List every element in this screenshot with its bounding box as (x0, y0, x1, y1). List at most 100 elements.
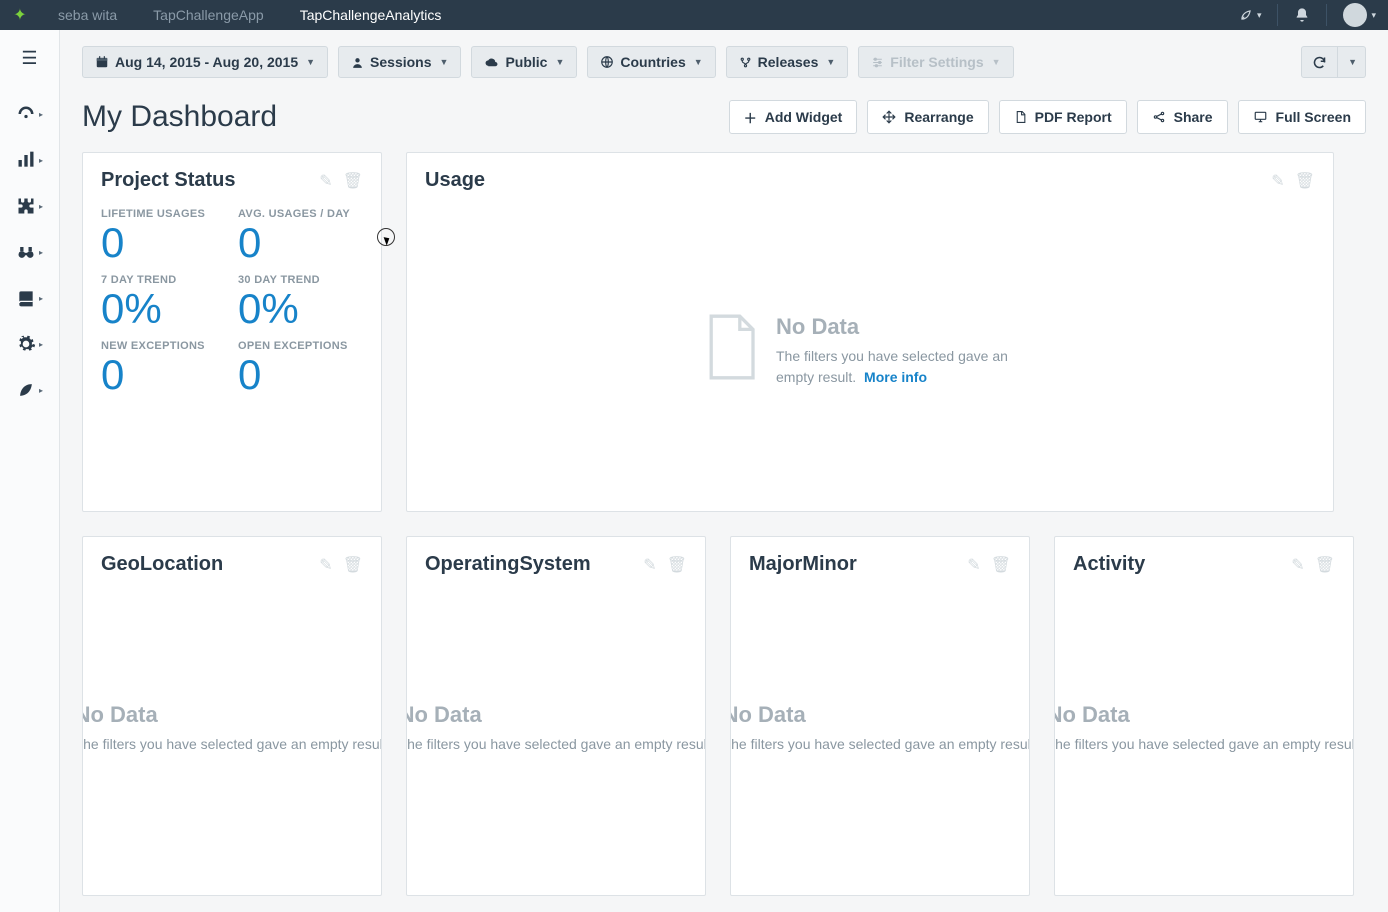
no-data: No Data The filters you have selected gav… (407, 702, 705, 768)
share-label: Share (1174, 109, 1213, 125)
edit-icon[interactable]: ✎ (1271, 171, 1284, 191)
metric-lifetime-usages: LIFETIME USAGES0 (101, 208, 226, 264)
nav-notifications[interactable] (1282, 0, 1322, 30)
trash-icon[interactable]: 🗑 (343, 171, 363, 191)
trash-icon[interactable]: 🗑 (1295, 171, 1315, 191)
refresh-button[interactable] (1301, 46, 1338, 78)
pdf-report-button[interactable]: PDF Report (999, 100, 1127, 134)
gear-icon (16, 334, 36, 354)
rearrange-button[interactable]: Rearrange (867, 100, 988, 134)
widget-title: MajorMinor (749, 553, 857, 576)
widget-geolocation: GeoLocation ✎🗑 No DataThe filters you ha… (82, 536, 382, 896)
sidebar: ☰ ▸ ▸ ▸ ▸ ▸ ▸ ▸ (0, 30, 60, 912)
edit-icon[interactable]: ✎ (967, 555, 980, 575)
binoculars-icon (16, 242, 36, 262)
widget-operatingsystem: OperatingSystem ✎🗑 No DataThe filters yo… (406, 536, 706, 896)
no-data-title: No Data (776, 314, 1036, 340)
bell-icon (1294, 7, 1310, 23)
sidebar-explore[interactable]: ▸ (0, 229, 59, 275)
trash-icon[interactable]: 🗑 (991, 555, 1011, 575)
no-data: No Data The filters you have selected gav… (83, 702, 381, 768)
sidebar-analytics[interactable]: ▸ (0, 137, 59, 183)
filter-countries[interactable]: Countries▼ (587, 46, 715, 78)
filter-sessions[interactable]: Sessions▼ (338, 46, 461, 78)
edit-icon[interactable]: ✎ (1291, 555, 1304, 575)
metric-new-exceptions: NEW EXCEPTIONS0 (101, 340, 226, 396)
metric-open-exceptions: OPEN EXCEPTIONS0 (238, 340, 363, 396)
widget-majorminor: MajorMinor ✎ 🗑 No Data The filters you hav… (730, 536, 1030, 896)
filter-sessions-label: Sessions (370, 54, 431, 70)
cloud-icon (484, 56, 499, 69)
filter-bar: Aug 14, 2015 - Aug 20, 2015▼ Sessions▼ P… (82, 30, 1366, 96)
breadcrumb-user[interactable]: seba wita (40, 0, 135, 30)
breadcrumb-section-label: TapChallengeAnalytics (300, 7, 442, 23)
share-icon (1152, 110, 1166, 124)
add-widget-label: Add Widget (765, 109, 843, 125)
filter-public-label: Public (505, 54, 547, 70)
edit-icon[interactable]: ✎ (643, 555, 656, 575)
metric-30day-trend: 30 DAY TREND0% (238, 274, 363, 330)
sliders-icon (871, 56, 884, 69)
avatar-icon (1343, 3, 1367, 27)
no-data-msg: The filters you have selected gave an em… (731, 736, 1029, 752)
pdf-report-label: PDF Report (1035, 109, 1112, 125)
calendar-icon (95, 55, 109, 69)
breadcrumb-app-label: TapChallengeApp (153, 7, 264, 23)
edit-icon[interactable]: ✎ (319, 171, 332, 191)
widget-project-status: Project Status ✎ 🗑 LIFETIME USAGES0 AVG.… (82, 152, 382, 512)
no-data-title: No Data (83, 702, 381, 728)
filter-public[interactable]: Public▼ (471, 46, 577, 78)
filter-releases[interactable]: Releases▼ (726, 46, 849, 78)
plus-icon: ＋ (744, 108, 757, 127)
sidebar-settings[interactable]: ▸ (0, 321, 59, 367)
filter-countries-label: Countries (620, 54, 685, 70)
move-icon (882, 110, 896, 124)
widget-title: Activity (1073, 553, 1145, 576)
metric-7day-trend: 7 DAY TREND0% (101, 274, 226, 330)
widget-usage: Usage ✎ 🗑 No Data The filters you have s… (406, 152, 1334, 512)
no-data: No Data The filters you have selected gav… (731, 702, 1029, 768)
refresh-dropdown[interactable]: ▼ (1338, 46, 1366, 78)
file-icon (704, 314, 758, 380)
no-data-title: No Data (731, 702, 1029, 728)
metric-avg-usages: AVG. USAGES / DAY0 (238, 208, 363, 264)
sidebar-plugins[interactable]: ▸ (0, 183, 59, 229)
share-button[interactable]: Share (1137, 100, 1228, 134)
refresh-group: ▼ (1301, 46, 1366, 78)
filter-date-range[interactable]: Aug 14, 2015 - Aug 20, 2015▼ (82, 46, 328, 78)
book-icon (16, 288, 36, 308)
sidebar-toggle[interactable]: ☰ (21, 48, 37, 69)
fullscreen-button[interactable]: Full Screen (1238, 100, 1366, 134)
edit-icon[interactable]: ✎ (319, 555, 332, 575)
bar-chart-icon (16, 150, 36, 170)
rocket-icon (1239, 8, 1253, 22)
no-data-msg: The filters you have selected gave an em… (407, 736, 705, 752)
trash-icon[interactable]: 🗑 (667, 555, 687, 575)
rocket-icon (16, 380, 36, 400)
rearrange-label: Rearrange (904, 109, 973, 125)
trash-icon[interactable]: 🗑 (1315, 555, 1335, 575)
page-title: My Dashboard (82, 100, 277, 134)
project-status-metrics: LIFETIME USAGES0 AVG. USAGES / DAY0 7 DA… (83, 200, 381, 414)
no-data-msg: The filters you have selected gave an em… (83, 736, 381, 752)
widget-row-2: GeoLocation ✎🗑 No DataThe filters you ha… (82, 536, 1366, 896)
add-widget-button[interactable]: ＋ Add Widget (729, 100, 858, 134)
breadcrumb-app[interactable]: TapChallengeApp (135, 0, 282, 30)
sidebar-docs[interactable]: ▸ (0, 275, 59, 321)
no-data-title: No Data (407, 702, 705, 728)
trash-icon[interactable]: 🗑 (343, 555, 363, 575)
puzzle-icon (16, 196, 36, 216)
branch-icon (739, 56, 752, 69)
top-nav: ✦ seba wita TapChallengeApp TapChallenge… (0, 0, 1388, 30)
logo-icon[interactable]: ✦ (0, 0, 40, 30)
sidebar-dashboard[interactable]: ▸ (0, 91, 59, 137)
breadcrumb-section[interactable]: TapChallengeAnalytics (282, 0, 460, 30)
main-content: Aug 14, 2015 - Aug 20, 2015▼ Sessions▼ P… (60, 30, 1388, 912)
no-data-more-link[interactable]: More info (864, 369, 927, 385)
sidebar-launch[interactable]: ▸ (0, 367, 59, 413)
filter-settings: Filter Settings▼ (858, 46, 1013, 78)
filter-settings-label: Filter Settings (890, 54, 983, 70)
nav-rocket-dropdown[interactable]: ▾ (1227, 0, 1274, 30)
nav-user-menu[interactable]: ▾ (1331, 0, 1388, 30)
dashboard-icon (16, 104, 36, 124)
